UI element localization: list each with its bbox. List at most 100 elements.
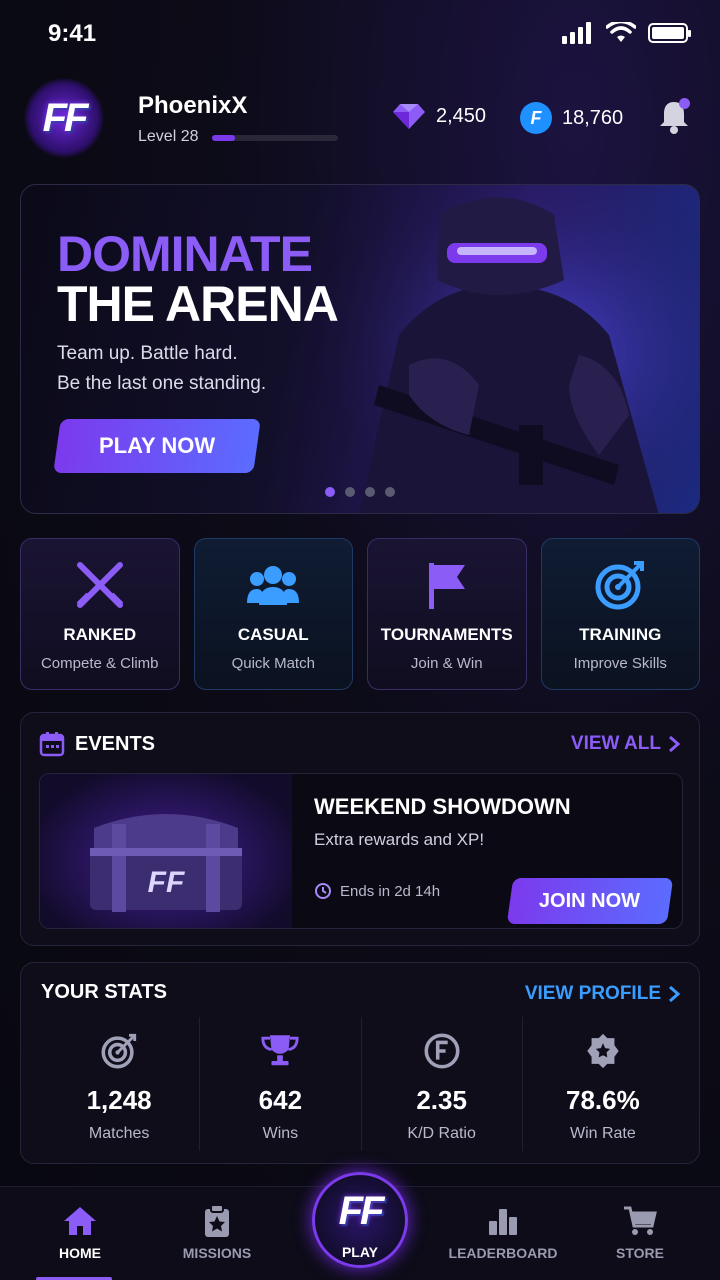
play-logo: FF: [338, 1188, 385, 1233]
mode-title: TOURNAMENTS: [380, 625, 513, 644]
mode-subtitle: Join & Win: [410, 655, 483, 672]
game-modes: RANKED Compete & Climb CASUAL Quick Matc…: [20, 538, 700, 690]
mode-title: RANKED: [63, 625, 137, 644]
events-header: EVENTS: [39, 731, 155, 757]
view-profile-link[interactable]: VIEW PROFILE: [525, 983, 681, 1005]
nav-missions-label: MISSIONS: [182, 1245, 252, 1261]
soldier-illustration: [319, 185, 699, 513]
clipboard-star-icon: [205, 1204, 229, 1237]
mode-title: TRAINING: [579, 625, 662, 644]
gem-count: 2,450: [436, 104, 487, 127]
stat-value: 642: [258, 1085, 303, 1115]
mode-card-tournaments[interactable]: TOURNAMENTS Join & Win: [367, 538, 527, 690]
play-now-button[interactable]: PLAY NOW: [53, 419, 261, 473]
home-icon: [64, 1207, 96, 1235]
stats-title: YOUR STATS: [41, 981, 167, 1003]
view-profile-label: VIEW PROFILE: [524, 983, 661, 1004]
mode-card-ranked[interactable]: RANKED Compete & Climb: [20, 538, 180, 690]
nav-leaderboard[interactable]: LEADERBOARD: [446, 1187, 560, 1280]
stats-header: YOUR STATS: [41, 981, 167, 1004]
signal-icon: [562, 22, 591, 44]
level-progress-bar: [212, 135, 338, 141]
carousel-dot[interactable]: [325, 487, 335, 497]
carousel-dots[interactable]: [325, 487, 395, 497]
treasure-chest-icon: FF: [90, 814, 242, 912]
level-label: Level 28: [138, 128, 199, 145]
status-bar: 9:41: [0, 0, 720, 68]
stat-k-d-ratio: 2.35 K/D Ratio: [360, 1017, 522, 1151]
trophy-icon: [261, 1035, 299, 1066]
hero-subtitle-line2: Be the last one standing.: [57, 373, 267, 394]
coin-balance[interactable]: F 18,760: [520, 102, 623, 134]
event-chest-image: FF: [40, 774, 292, 928]
play-label: PLAY: [341, 1244, 379, 1260]
hero-subtitle-line1: Team up. Battle hard.: [57, 343, 238, 364]
status-time: 9:41: [48, 20, 97, 47]
stat-matches: 1,248 Matches: [39, 1017, 199, 1151]
view-all-label: VIEW ALL: [570, 733, 661, 754]
calendar-icon: [39, 732, 65, 757]
hero-subtitle: Team up. Battle hard. Be the last one st…: [57, 339, 337, 399]
events-title: EVENTS: [75, 732, 156, 755]
carousel-dot[interactable]: [385, 487, 395, 497]
coin-icon: F: [520, 102, 552, 134]
view-all-link[interactable]: VIEW ALL: [571, 733, 681, 755]
coin-count: 18,760: [562, 106, 624, 129]
app-logo[interactable]: FF: [24, 78, 104, 158]
event-title: WEEKEND SHOWDOWN: [314, 794, 571, 819]
event-timer: Ends in 2d 14h: [314, 882, 440, 900]
profile-header: FF PhoenixX Level 28 2,450 F 18,760: [20, 76, 700, 160]
stat-label: Matches: [88, 1125, 150, 1142]
star-badge-icon: [587, 1033, 619, 1069]
status-icons: [562, 22, 691, 44]
play-now-label: PLAY NOW: [98, 433, 216, 458]
stat-label: Wins: [262, 1125, 299, 1142]
mode-card-training[interactable]: TRAINING Improve Skills: [540, 538, 700, 690]
target-icon: [101, 1033, 137, 1069]
nav-home-label: HOME: [59, 1245, 101, 1261]
mode-title: CASUAL: [237, 625, 309, 644]
mode-subtitle: Quick Match: [231, 655, 315, 672]
wifi-icon: [606, 22, 636, 42]
join-now-button[interactable]: JOIN NOW: [506, 878, 674, 924]
nav-leaderboard-label: LEADERBOARD: [448, 1245, 558, 1261]
logo-text: FF: [42, 95, 89, 140]
carousel-dot[interactable]: [345, 487, 355, 497]
cart-icon: [624, 1206, 657, 1235]
clock-icon: [315, 883, 331, 899]
nav-store[interactable]: STORE: [598, 1187, 682, 1280]
hero-title-line2: THE ARENA: [57, 276, 339, 332]
stat-wins: 642 Wins: [199, 1017, 360, 1151]
chevron-right-icon: [669, 735, 681, 753]
stat-win-rate: 78.6% Win Rate: [521, 1017, 683, 1151]
event-card[interactable]: FF WEEKEND SHOWDOWN Extra rewards and XP…: [39, 773, 683, 929]
username[interactable]: PhoenixX: [138, 92, 247, 120]
stats-row: 1,248 Matches 642 Wins 2.35 K/D Ratio 78…: [39, 1017, 683, 1151]
f-coin-icon: [424, 1033, 460, 1069]
level-progress-fill: [212, 135, 235, 141]
mode-subtitle: Compete & Climb: [40, 655, 159, 672]
stat-value: 1,248: [86, 1085, 152, 1115]
battery-icon: [648, 23, 691, 43]
stat-label: K/D Ratio: [407, 1125, 476, 1142]
mode-subtitle: Improve Skills: [573, 655, 667, 672]
gem-balance[interactable]: 2,450: [392, 102, 486, 130]
nav-home[interactable]: HOME: [36, 1187, 124, 1280]
carousel-dot[interactable]: [365, 487, 375, 497]
hero-banner[interactable]: DOMINATE THE ARENA Team up. Battle hard.…: [20, 184, 700, 514]
events-section: EVENTS VIEW ALL FF WEEKEND SHOWDOWN Extr…: [20, 712, 700, 946]
join-now-label: JOIN NOW: [539, 889, 641, 912]
group-icon: [247, 566, 300, 605]
nav-missions[interactable]: MISSIONS: [170, 1187, 264, 1280]
event-timer-text: Ends in 2d 14h: [340, 882, 441, 900]
stat-value: 2.35: [416, 1085, 467, 1115]
mode-card-casual[interactable]: CASUAL Quick Match: [193, 538, 353, 690]
nav-store-label: STORE: [616, 1245, 664, 1261]
stats-section: YOUR STATS VIEW PROFILE 1,248 Matches 64…: [20, 962, 700, 1164]
notifications-button[interactable]: [654, 96, 694, 136]
bar-chart-icon: [489, 1209, 517, 1235]
target-icon: [595, 561, 645, 610]
chevron-right-icon: [669, 985, 681, 1003]
event-subtitle: Extra rewards and XP!: [314, 830, 485, 849]
stat-value: 78.6%: [566, 1085, 640, 1115]
